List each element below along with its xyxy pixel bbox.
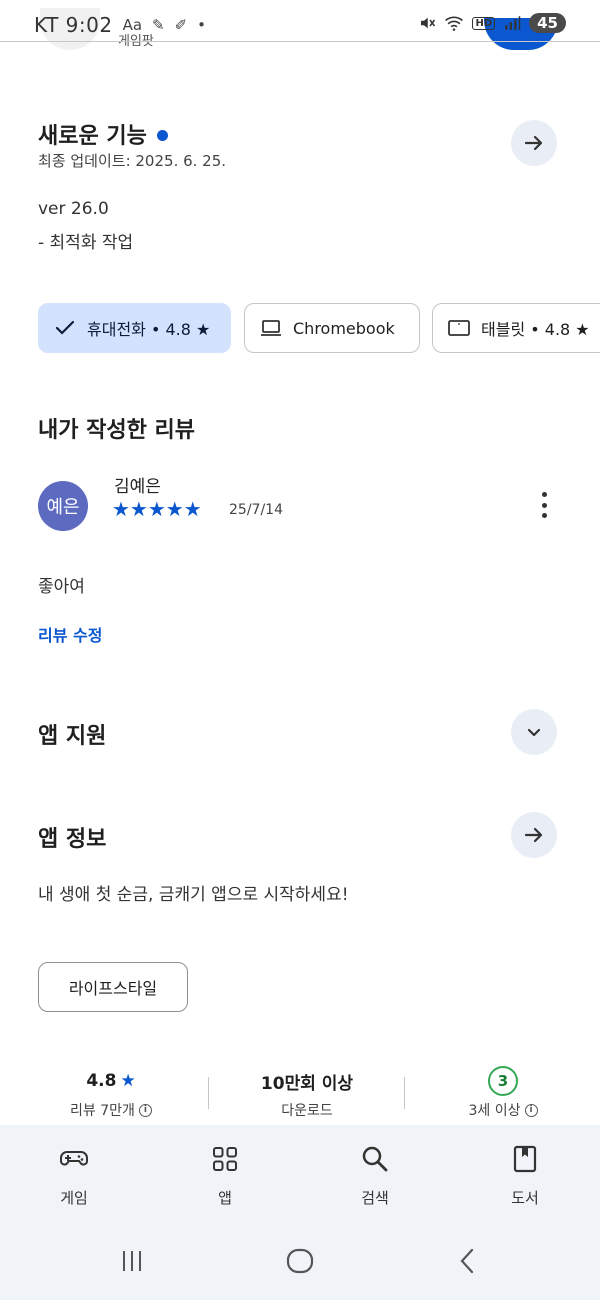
apps-grid-icon (213, 1147, 237, 1171)
my-review-title: 내가 작성한 리뷰 (38, 418, 195, 443)
stat-divider (208, 1077, 209, 1109)
version-text: ver 26.0 (38, 199, 109, 219)
battery-indicator: 45 (529, 13, 566, 33)
downloads-label: 다운로드 (281, 1103, 333, 1119)
tablet-icon (448, 320, 470, 336)
arrow-right-icon (524, 827, 543, 843)
font-size-icon: Aa (122, 16, 143, 34)
device-chip-label: Chromebook (293, 318, 395, 338)
carrier-label: KT (34, 13, 59, 37)
star-rating: ★★★★★ (112, 496, 202, 522)
nav-label: 앱 (218, 1189, 232, 1207)
edit-review-link[interactable]: 리뷰 수정 (38, 622, 102, 646)
back-icon (460, 1248, 474, 1274)
status-right: HD 45 (418, 13, 566, 33)
age-rating-badge: 3 (488, 1066, 518, 1096)
stat-rating[interactable]: 4.8 ★ 리뷰 7만개 i (26, 1068, 196, 1120)
status-bar: 게임팟 KT 9:02 Aa ✎ ✐ • HD 45 (0, 0, 600, 50)
gamepad-icon (60, 1151, 88, 1166)
stat-divider (404, 1077, 405, 1109)
stat-age-rating[interactable]: 3 3세 이상 i (418, 1066, 588, 1120)
nav-label: 도서 (511, 1189, 539, 1207)
app-info-title: 앱 정보 (38, 827, 107, 852)
status-left: KT 9:02 Aa ✎ ✐ • (34, 13, 206, 37)
device-chip-label: 휴대전화 • 4.8 ★ (87, 320, 211, 339)
chevron-down-icon (527, 728, 541, 737)
reviewer-name: 김예은 (114, 477, 161, 497)
nav-label: 게임 (60, 1189, 88, 1207)
hd-badge: HD (472, 16, 496, 30)
nav-item-books[interactable]: 도서 (470, 1143, 580, 1208)
info-icon: i (138, 1103, 152, 1117)
check-icon (55, 320, 75, 335)
clock: 9:02 (65, 13, 113, 37)
signal-icon (505, 16, 521, 30)
back-button[interactable] (448, 1243, 488, 1279)
arrow-right-icon (524, 135, 543, 151)
recent-apps-button[interactable] (112, 1243, 152, 1279)
device-chip-chromebook[interactable]: Chromebook (244, 303, 420, 353)
nav-item-search[interactable]: 검색 (320, 1143, 430, 1208)
more-options-icon[interactable] (532, 488, 556, 522)
recent-apps-icon (123, 1251, 141, 1271)
device-chip-label: 태블릿 • 4.8 ★ (481, 320, 590, 339)
nav-label: 검색 (361, 1189, 389, 1207)
whats-new-heading[interactable]: 새로운 기능 (38, 118, 168, 150)
new-indicator-dot (156, 129, 168, 141)
star-icons: ★★★★★ (112, 497, 202, 521)
age-rating-label: 3세 이상 (468, 1103, 521, 1119)
rating-count: 리뷰 7만개 (70, 1103, 135, 1119)
app-description: 내 생애 첫 순금, 금캐기 앱으로 시작하세요! (38, 885, 349, 905)
last-updated: 최종 업데이트: 2025. 6. 25. (38, 152, 227, 170)
review-text: 좋아여 (38, 577, 85, 597)
dot-icon: • (197, 16, 207, 34)
avatar: 예은 (38, 481, 88, 531)
search-icon (362, 1146, 388, 1172)
rating-value: 4.8 (86, 1071, 117, 1091)
nav-item-games[interactable]: 게임 (19, 1143, 129, 1208)
release-notes: - 최적화 작업 (38, 233, 134, 253)
device-chip-tablet[interactable]: 태블릿 • 4.8 ★ (432, 303, 600, 353)
review-date: 25/7/14 (229, 502, 283, 518)
device-chip-phone[interactable]: 휴대전화 • 4.8 ★ (38, 303, 231, 353)
book-icon (513, 1145, 537, 1173)
stat-downloads: 10만회 이상 다운로드 (222, 1068, 392, 1120)
downloads-value: 10만회 이상 (260, 1073, 354, 1094)
info-icon: i (524, 1103, 538, 1117)
home-icon (286, 1248, 314, 1274)
pen-icon: ✎ (152, 16, 165, 34)
system-navigation-bar (0, 1225, 600, 1300)
wifi-icon (445, 16, 464, 31)
app-info-arrow-button[interactable] (511, 812, 557, 858)
app-support-title: 앱 지원 (38, 724, 107, 749)
edit-icon: ✐ (174, 16, 188, 34)
home-button[interactable] (280, 1243, 320, 1279)
app-support-expand-button[interactable] (511, 709, 557, 755)
whats-new-title: 새로운 기능 (38, 124, 147, 149)
whats-new-arrow-button[interactable] (511, 120, 557, 166)
category-chip[interactable]: 라이프스타일 (38, 962, 188, 1012)
star-icon: ★ (120, 1071, 136, 1091)
bottom-navigation: 게임 앱 검색 도서 (0, 1125, 600, 1225)
mute-icon (421, 17, 436, 29)
top-divider (0, 41, 600, 42)
laptop-icon (261, 320, 281, 336)
nav-item-apps[interactable]: 앱 (170, 1143, 280, 1208)
